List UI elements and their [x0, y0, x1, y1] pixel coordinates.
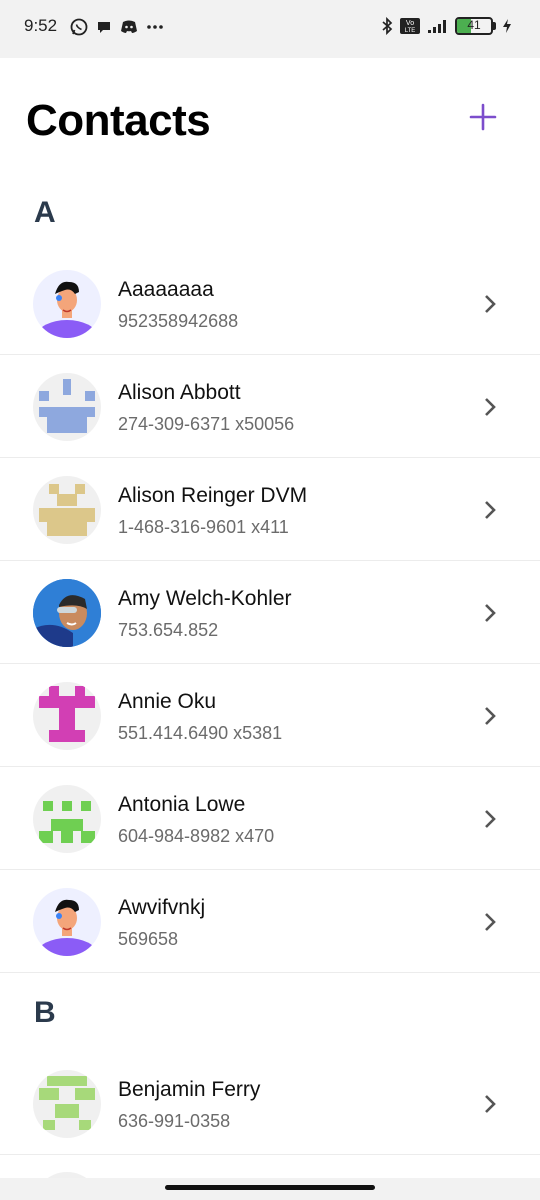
- contact-phone: 274-309-6371 x50056: [118, 414, 295, 434]
- avatar: [33, 785, 101, 853]
- avatar: [33, 579, 101, 647]
- chevron-right-icon: [485, 604, 496, 622]
- chevron-right-icon: [485, 501, 496, 519]
- chevron-right-icon: [485, 707, 496, 725]
- discord-icon: [120, 19, 138, 35]
- avatar: [33, 888, 101, 956]
- bluetooth-icon: [381, 17, 393, 35]
- contact-row[interactable]: Annie Oku 551.414.6490 x5381: [0, 664, 540, 767]
- add-contact-button[interactable]: [468, 102, 498, 132]
- home-gesture-handle[interactable]: [165, 1185, 375, 1190]
- battery-icon: 41: [455, 17, 496, 35]
- charging-icon: [502, 18, 512, 34]
- contact-row[interactable]: Alison Reinger DVM 1-468-316-9601 x411: [0, 458, 540, 561]
- chevron-right-icon: [485, 398, 496, 416]
- chat-bubble-icon: [96, 19, 112, 35]
- contact-phone: 753.654.852: [118, 620, 219, 640]
- avatar: [33, 682, 101, 750]
- section-header-b: B: [34, 996, 56, 1029]
- contact-name: Antonia Lowe: [118, 793, 246, 816]
- chevron-right-icon: [485, 810, 496, 828]
- contact-phone: 1-468-316-9601 x411: [118, 517, 289, 537]
- contact-name: Aaaaaaaa: [118, 278, 214, 301]
- contact-phone: 569658: [118, 929, 179, 949]
- plus-icon: [469, 103, 497, 131]
- signal-icon: [427, 18, 449, 34]
- volte-label-bottom: LTE: [405, 28, 416, 34]
- status-time: 9:52: [24, 16, 58, 35]
- more-dots-icon: [146, 24, 164, 30]
- avatar: [33, 270, 101, 338]
- chevron-right-icon: [485, 1095, 496, 1113]
- contact-phone: 551.414.6490 x5381: [118, 723, 283, 743]
- avatar: [33, 373, 101, 441]
- contact-phone: 952358942688: [118, 311, 239, 331]
- contact-row[interactable]: Awvifvnkj 569658: [0, 870, 540, 973]
- contact-name: Amy Welch-Kohler: [118, 587, 292, 610]
- page-header: Contacts: [0, 58, 540, 178]
- contact-row[interactable]: Alison Abbott 274-309-6371 x50056: [0, 355, 540, 458]
- whatsapp-icon: [70, 18, 88, 36]
- volte-icon: Vo LTE: [399, 17, 421, 35]
- contact-name: Awvifvnkj: [118, 896, 206, 919]
- contact-name: Alison Reinger DVM: [118, 484, 308, 507]
- contact-name: Benjamin Ferry: [118, 1078, 261, 1101]
- status-bar: 9:52 Vo LTE 41: [0, 0, 540, 58]
- page-title: Contacts: [26, 96, 211, 145]
- navigation-bar: [0, 1178, 540, 1200]
- contact-row[interactable]: Amy Welch-Kohler 753.654.852: [0, 561, 540, 664]
- section-header-a: A: [34, 196, 56, 229]
- chevron-right-icon: [485, 913, 496, 931]
- system-icons: Vo LTE 41: [381, 17, 512, 35]
- contact-row[interactable]: Antonia Lowe 604-984-8982 x470: [0, 767, 540, 870]
- volte-label-top: Vo: [406, 20, 414, 27]
- chevron-right-icon: [485, 295, 496, 313]
- avatar: [33, 1070, 101, 1138]
- contact-phone: 636-991-0358: [118, 1111, 231, 1131]
- battery-level: 41: [467, 18, 481, 32]
- contact-row[interactable]: Aaaaaaaa 952358942688: [0, 252, 540, 355]
- contact-name: Alison Abbott: [118, 381, 241, 404]
- avatar: [33, 476, 101, 544]
- contact-phone: 604-984-8982 x470: [118, 826, 275, 846]
- notification-icons: [70, 18, 164, 36]
- contact-name: Annie Oku: [118, 690, 217, 713]
- contact-row[interactable]: Benjamin Ferry 636-991-0358: [0, 1052, 540, 1155]
